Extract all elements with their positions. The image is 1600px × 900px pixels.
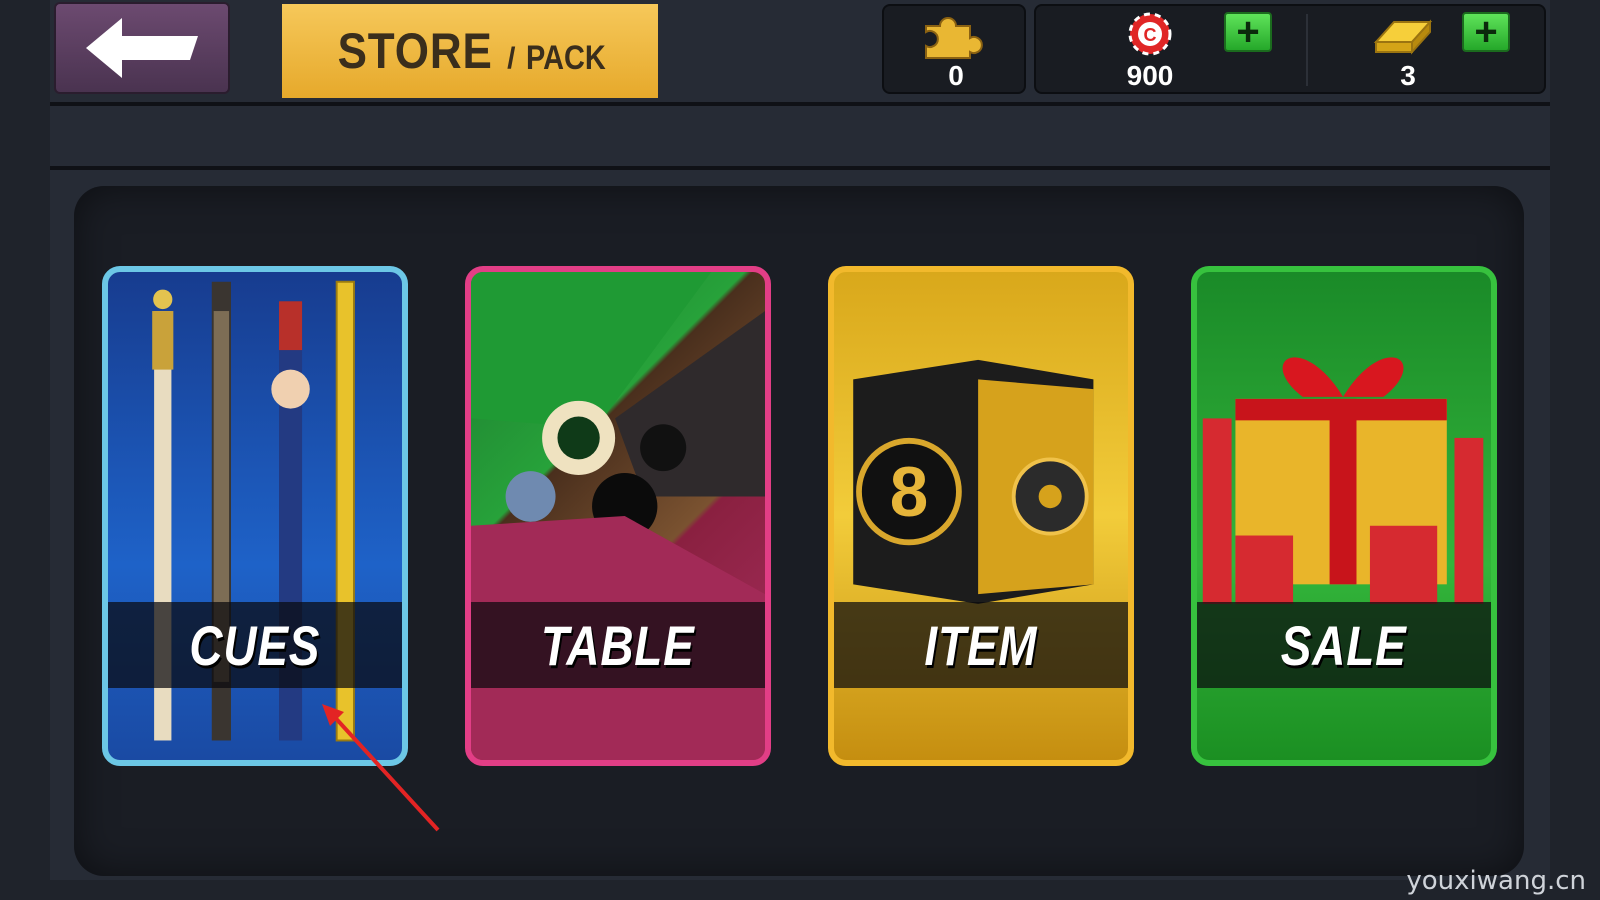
card-label-band: TABLE [471,602,765,688]
category-label: SALE [1281,613,1407,677]
svg-text:8: 8 [890,453,928,532]
watermark: youxiwang.cn [1406,866,1586,896]
header-divider [50,102,1550,106]
gold-bar-icon [1373,19,1433,55]
add-gold-button[interactable]: + [1462,12,1510,52]
card-label-band: ITEM [834,602,1128,688]
category-card-cues[interactable]: CUES [102,266,408,766]
currency-divider [1306,14,1308,86]
category-card-table[interactable]: TABLE [465,266,771,766]
casino-chip-icon: C [1128,12,1172,56]
category-label: ITEM [924,613,1038,677]
back-button[interactable] [54,2,230,94]
pointer-arrow-icon [322,704,440,832]
svg-text:C: C [1144,25,1157,45]
chip-count: 900 [1126,60,1174,91]
puzzle-count: 0 [948,60,964,91]
gold-count: 3 [1400,60,1416,91]
card-label-band: SALE [1197,602,1491,688]
chips-gold-currency: C 900 + 3 + [1034,4,1546,94]
category-label: TABLE [541,613,695,677]
category-card-sale[interactable]: SALE [1191,266,1497,766]
title-sub: PACK [526,39,607,77]
add-chips-button[interactable]: + [1224,12,1272,52]
category-label: CUES [189,613,321,677]
subheader-divider [50,166,1550,170]
card-label-band: CUES [108,602,402,688]
back-arrow-icon [86,18,198,78]
page-title: STORE / PACK [282,4,658,98]
category-card-item[interactable]: 8 ITEM [828,266,1134,766]
puzzle-piece-icon [925,17,983,59]
title-separator: / [507,42,516,75]
puzzle-currency: 0 [882,4,1026,94]
title-main: STORE [337,23,493,79]
